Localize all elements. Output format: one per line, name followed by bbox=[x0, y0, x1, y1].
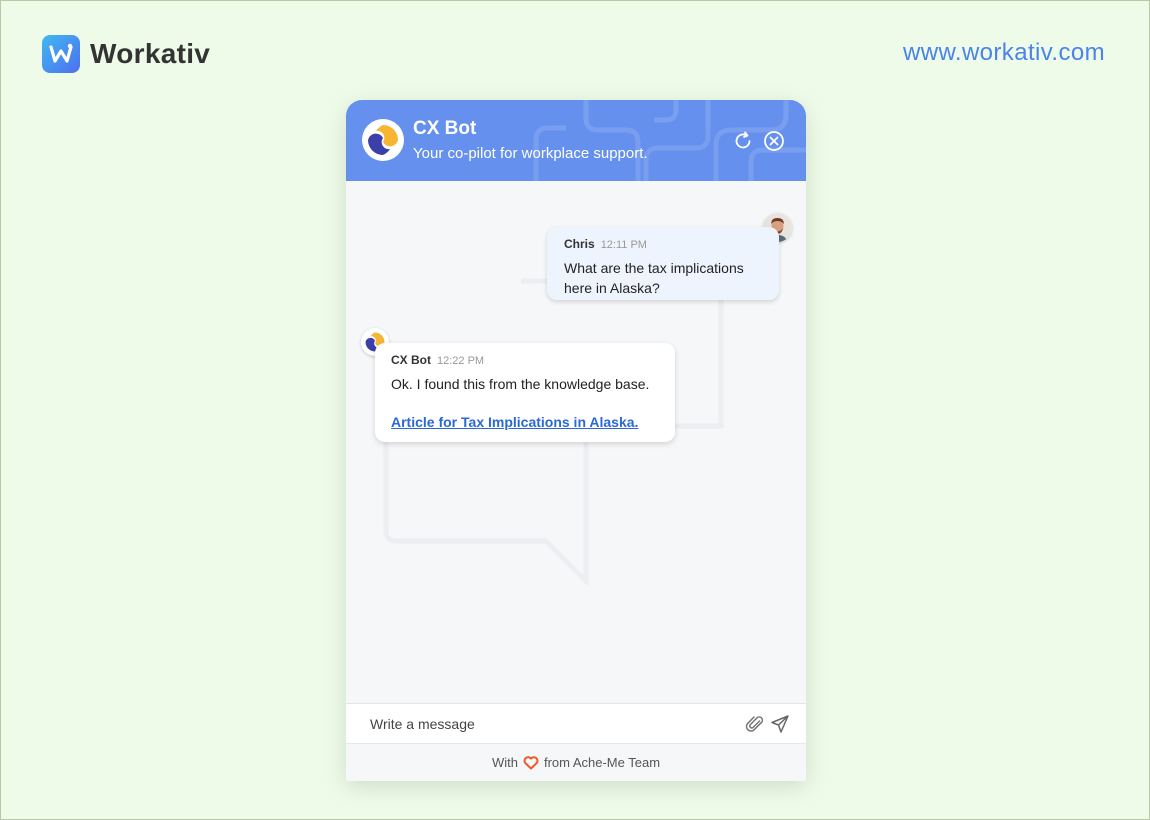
message-meta: CX Bot 12:22 PM bbox=[391, 353, 659, 368]
message-text: Ok. I found this from the knowledge base… bbox=[391, 376, 650, 392]
user-message-bubble: Chris 12:11 PM What are the tax implicati… bbox=[547, 227, 779, 300]
bot-title: CX Bot bbox=[413, 118, 477, 139]
footer-prefix: With bbox=[491, 755, 518, 770]
bot-subtitle: Your co-pilot for workplace support. bbox=[413, 145, 648, 162]
message-sender: CX Bot bbox=[391, 353, 431, 367]
workativ-logo-icon bbox=[42, 35, 80, 73]
widget-footer: With from Ache-Me Team bbox=[346, 744, 806, 781]
attach-button[interactable] bbox=[745, 714, 765, 734]
message-sender: Chris bbox=[564, 237, 595, 251]
message-composer bbox=[346, 703, 806, 744]
article-link[interactable]: Article for Tax Implications in Alaska. bbox=[391, 414, 659, 430]
heart-icon bbox=[523, 756, 539, 770]
site-url[interactable]: www.workativ.com bbox=[903, 39, 1105, 67]
message-time: 12:22 PM bbox=[437, 355, 485, 367]
message-input[interactable] bbox=[370, 711, 730, 736]
paperclip-icon bbox=[745, 716, 764, 732]
message-text: What are the tax implications here in Al… bbox=[564, 260, 744, 296]
refresh-button[interactable] bbox=[732, 130, 754, 152]
message-meta: Chris 12:11 PM bbox=[564, 237, 763, 252]
send-icon bbox=[771, 715, 789, 733]
footer-suffix: from Ache-Me Team bbox=[543, 755, 661, 770]
brand-name: Workativ bbox=[90, 38, 211, 69]
message-time: 12:11 PM bbox=[600, 239, 647, 251]
bot-message-bubble: CX Bot 12:22 PM Ok. I found this from the… bbox=[375, 343, 675, 442]
refresh-icon bbox=[735, 131, 751, 149]
chat-header: CX Bot Your co-pilot for workplace suppo… bbox=[346, 100, 806, 181]
cx-bot-logo-icon bbox=[362, 119, 404, 161]
close-button[interactable] bbox=[763, 130, 785, 152]
close-circle-icon bbox=[764, 131, 784, 151]
chat-widget: CX Bot Your co-pilot for workplace suppo… bbox=[346, 100, 806, 781]
chat-area[interactable]: Chris 12:11 PM What are the tax implicati… bbox=[346, 181, 806, 703]
send-button[interactable] bbox=[770, 714, 790, 734]
brand: Workativ bbox=[42, 35, 210, 73]
